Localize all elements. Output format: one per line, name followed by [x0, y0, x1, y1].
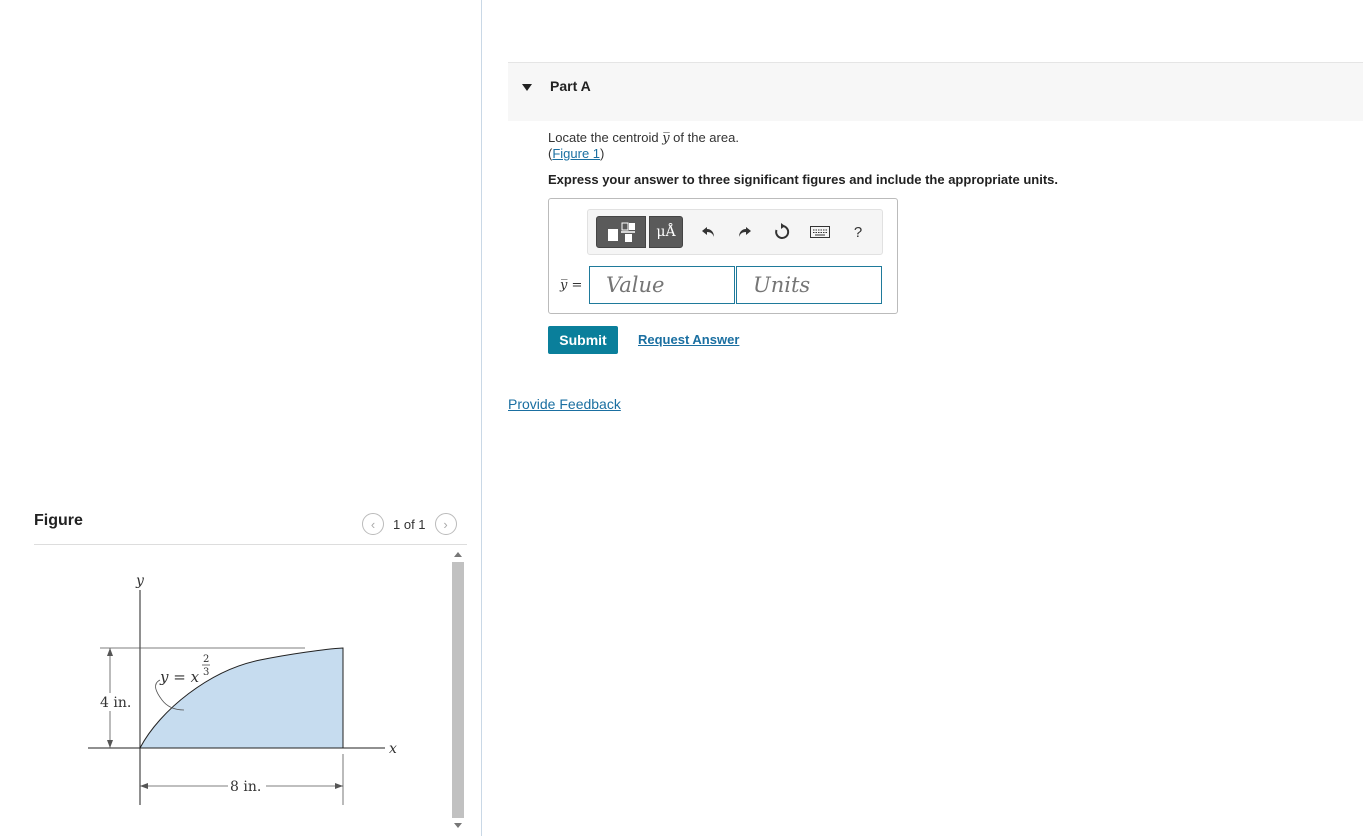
help-button[interactable]: ?	[846, 220, 870, 244]
question-text: Locate the centroid y̅ of the area.	[548, 130, 739, 146]
reset-button[interactable]	[770, 220, 794, 244]
scroll-thumb[interactable]	[452, 562, 464, 818]
value-input[interactable]	[589, 266, 735, 304]
figure-reference: (Figure 1)	[548, 146, 604, 161]
template-icon	[608, 222, 635, 242]
scroll-up-icon[interactable]	[454, 552, 462, 557]
question-prefix: Locate the centroid	[548, 130, 663, 145]
height-dimension-label: 4 in.	[100, 695, 131, 711]
figure-divider	[34, 544, 467, 545]
shaded-area	[139, 647, 344, 749]
figure-link[interactable]: Figure 1	[552, 146, 600, 161]
figure-pane: Figure ‹ 1 of 1 › y x 4 in. y = x 2 3 8 …	[0, 0, 481, 836]
variable-label: y̅ =	[560, 277, 582, 293]
arrow-left-icon	[140, 783, 148, 789]
redo-icon	[739, 227, 751, 237]
provide-feedback-link[interactable]: Provide Feedback	[508, 396, 621, 412]
exponent-numerator: 2	[203, 654, 209, 665]
submit-button[interactable]: Submit	[548, 326, 618, 354]
collapse-caret-icon[interactable]	[522, 84, 532, 91]
keyboard-icon	[810, 226, 830, 238]
template-button[interactable]	[596, 216, 646, 248]
arrow-down-icon	[107, 740, 113, 748]
units-button[interactable]: μÅ	[649, 216, 683, 248]
undo-icon	[702, 227, 714, 237]
centroid-symbol: y̅	[662, 131, 670, 146]
x-axis-label: x	[389, 741, 397, 757]
question-suffix: of the area.	[669, 130, 739, 145]
scroll-down-icon[interactable]	[454, 823, 462, 828]
answer-box: μÅ ? y̅ =	[548, 198, 898, 314]
arrow-right-icon	[335, 783, 343, 789]
keyboard-button[interactable]	[808, 220, 832, 244]
pager-text: 1 of 1	[393, 516, 426, 532]
part-title: Part A	[550, 78, 591, 94]
width-dimension-label: 8 in.	[230, 779, 261, 795]
units-input[interactable]	[736, 266, 882, 304]
request-answer-link[interactable]: Request Answer	[638, 332, 739, 347]
curve-equation: y = x	[159, 668, 200, 686]
next-figure-button[interactable]: ›	[434, 513, 457, 535]
redo-button[interactable]	[732, 220, 756, 244]
prev-figure-button[interactable]: ‹	[362, 513, 384, 535]
figure-title: Figure	[34, 512, 83, 529]
exponent-denominator: 3	[203, 667, 209, 678]
answer-instructions: Express your answer to three significant…	[548, 172, 1058, 187]
undo-button[interactable]	[697, 220, 721, 244]
figure-diagram: y x 4 in. y = x 2 3 8 in.	[88, 573, 397, 805]
figure-pager: ‹ 1 of 1 ›	[362, 513, 457, 535]
pane-divider	[481, 0, 482, 836]
arrow-up-icon	[107, 648, 113, 656]
y-axis-label: y	[135, 573, 145, 589]
variable-symbol: y̅ =	[560, 278, 583, 293]
part-header[interactable]: Part A	[508, 62, 1363, 121]
chevron-right-icon: ›	[443, 516, 448, 532]
figure-scrollbar[interactable]	[451, 550, 465, 830]
math-toolbar: μÅ ?	[587, 209, 883, 255]
chevron-left-icon: ‹	[370, 516, 376, 532]
reset-icon	[775, 223, 790, 239]
figure-link-close-paren: )	[600, 146, 605, 161]
